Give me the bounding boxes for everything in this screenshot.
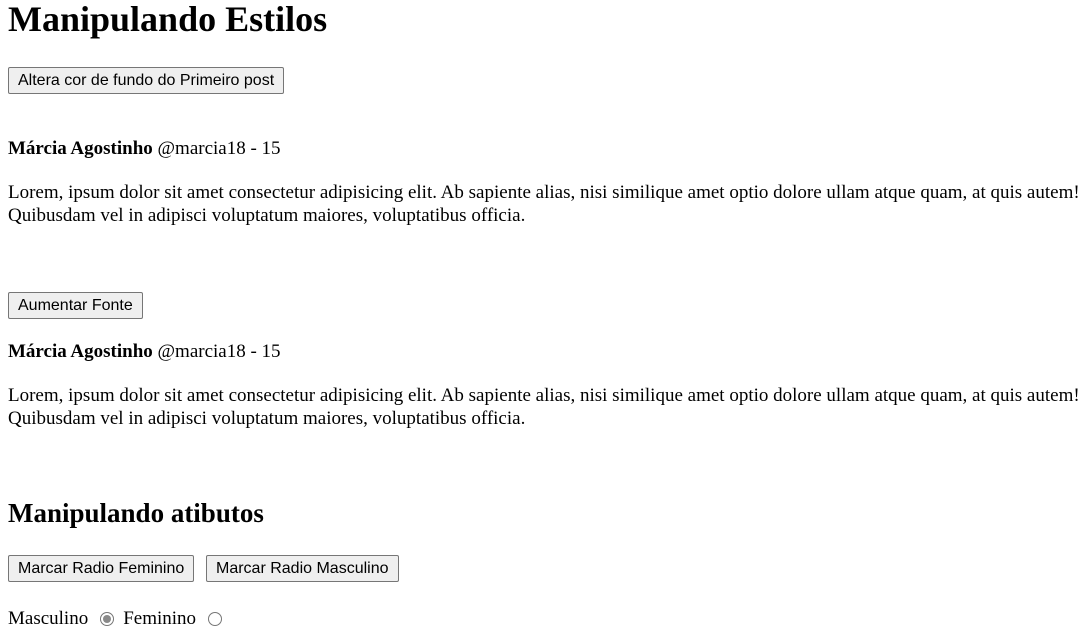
- post-1-header: Márcia Agostinho @marcia18 - 15: [8, 138, 281, 160]
- gender-radio-group: Masculino Feminino: [8, 607, 231, 631]
- mark-female-radio-button[interactable]: Marcar Radio Feminino: [8, 555, 195, 582]
- change-background-button[interactable]: Altera cor de fundo do Primeiro post: [8, 67, 285, 94]
- male-radio-label: Masculino: [8, 608, 89, 629]
- female-radio[interactable]: [208, 612, 223, 626]
- mark-male-radio-button[interactable]: Marcar Radio Masculino: [206, 555, 399, 582]
- increase-font-button[interactable]: Aumentar Fonte: [8, 292, 143, 319]
- male-radio[interactable]: [100, 612, 115, 626]
- female-radio-label: Feminino: [123, 608, 197, 629]
- section-title-attributes: Manipulando atibutos: [8, 498, 264, 528]
- post-2-header: Márcia Agostinho @marcia18 - 15: [8, 341, 281, 363]
- post-2-handle: @marcia18 - 15: [157, 341, 281, 362]
- post-1-body: Lorem, ipsum dolor sit amet consectetur …: [8, 182, 1080, 226]
- post-1-author: Márcia Agostinho: [8, 138, 153, 159]
- post-1-handle: @marcia18 - 15: [157, 138, 281, 159]
- post-2-author: Márcia Agostinho: [8, 341, 153, 362]
- post-2-body: Lorem, ipsum dolor sit amet consectetur …: [8, 385, 1080, 429]
- page-title: Manipulando Estilos: [8, 0, 328, 39]
